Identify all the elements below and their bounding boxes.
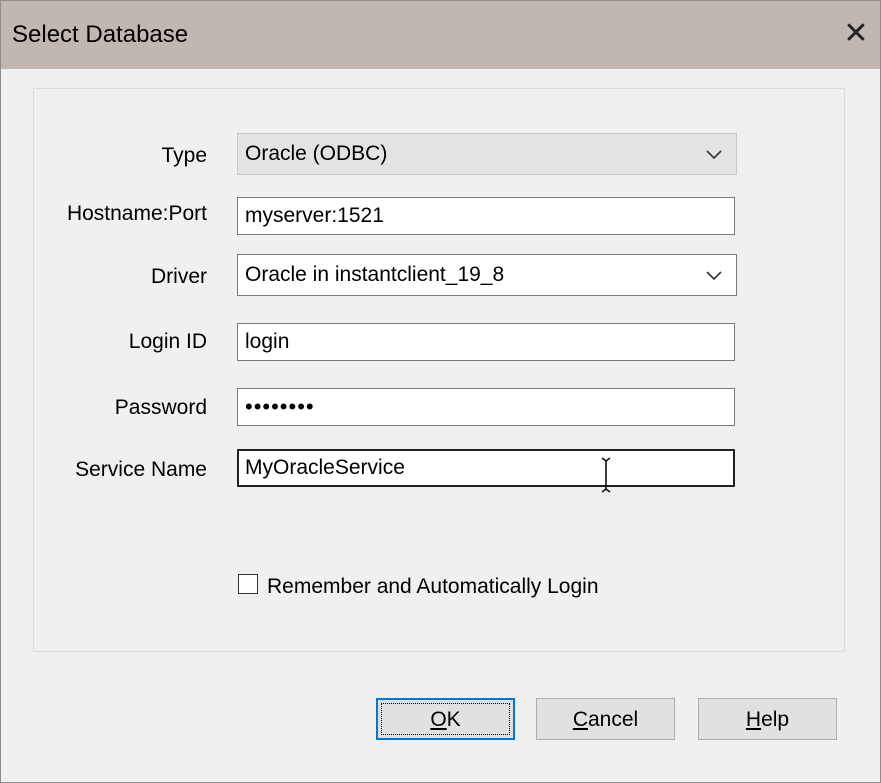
login-label: Login ID — [128, 330, 207, 353]
text-cursor-icon — [601, 457, 611, 493]
remember-checkbox[interactable] — [238, 574, 258, 594]
title-bar[interactable]: Select Database ✕ — [1, 1, 880, 69]
ok-button[interactable]: OK — [376, 698, 515, 740]
hostname-value: myserver:1521 — [245, 204, 384, 227]
service-name-input[interactable]: MyOracleService — [237, 449, 735, 487]
cancel-rest: ancel — [587, 708, 639, 731]
password-label: Password — [114, 396, 207, 419]
driver-value: Oracle in instantclient_19_8 — [245, 263, 505, 286]
help-button[interactable]: Help — [698, 698, 837, 740]
remember-label[interactable]: Remember and Automatically Login — [267, 575, 599, 599]
help-mnemonic: H — [745, 708, 762, 731]
login-id-input[interactable]: login — [237, 323, 735, 361]
chevron-down-icon — [706, 271, 722, 281]
password-input[interactable]: •••••••• — [237, 388, 735, 426]
help-rest: elp — [761, 708, 790, 731]
close-icon[interactable]: ✕ — [838, 15, 874, 53]
type-dropdown[interactable]: Oracle (ODBC) — [237, 133, 737, 175]
driver-dropdown[interactable]: Oracle in instantclient_19_8 — [237, 254, 737, 296]
type-label: Type — [161, 144, 207, 167]
driver-label: Driver — [151, 265, 207, 288]
hostname-label: Hostname:Port — [66, 202, 207, 225]
type-value: Oracle (ODBC) — [245, 142, 388, 165]
dialog-title: Select Database — [12, 21, 189, 48]
select-database-dialog: Select Database ✕ Type Oracle (ODBC) Hos… — [0, 0, 881, 783]
hostname-input[interactable]: myserver:1521 — [237, 197, 735, 235]
cancel-button[interactable]: Cancel — [536, 698, 675, 740]
service-name-label: Service Name — [75, 458, 207, 481]
cancel-mnemonic: C — [572, 708, 588, 731]
password-value: •••••••• — [245, 394, 315, 419]
service-name-value: MyOracleService — [245, 456, 405, 479]
focus-ring — [381, 703, 510, 735]
login-id-value: login — [245, 330, 290, 353]
chevron-down-icon — [706, 150, 722, 160]
